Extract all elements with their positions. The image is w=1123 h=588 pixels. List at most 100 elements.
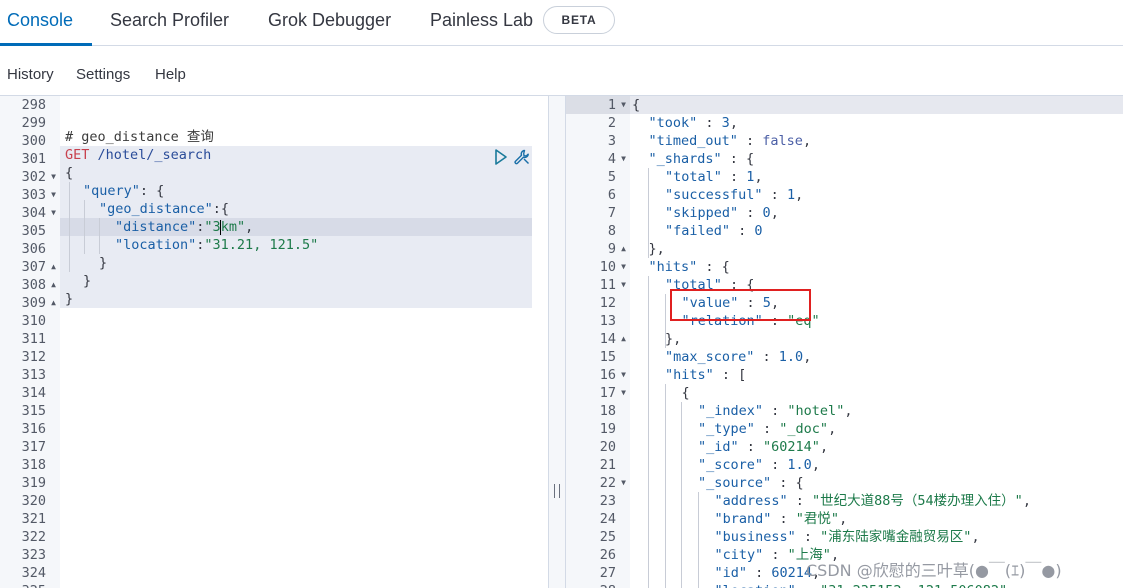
wrench-icon[interactable] bbox=[513, 148, 531, 166]
json-token: "_shards" bbox=[648, 151, 722, 167]
json-token: }, bbox=[665, 331, 682, 347]
fold-collapse-icon[interactable]: ▼ bbox=[621, 258, 626, 276]
fold-expand-icon[interactable]: ▲ bbox=[51, 276, 56, 294]
json-token: "_source" bbox=[698, 475, 772, 491]
json-token: : bbox=[787, 493, 813, 509]
line-number: 19 bbox=[566, 420, 630, 438]
json-token: "took" bbox=[648, 115, 698, 131]
fold-collapse-icon[interactable]: ▼ bbox=[621, 474, 626, 492]
line-number-text: 21 bbox=[599, 457, 616, 473]
json-token: : bbox=[747, 565, 772, 581]
json-token: : bbox=[730, 223, 755, 239]
http-method: GET bbox=[65, 147, 90, 163]
history-link[interactable]: History bbox=[7, 66, 54, 83]
line-number: 315 bbox=[0, 402, 60, 420]
fold-collapse-icon[interactable]: ▼ bbox=[621, 96, 626, 114]
code-line: "location":"31.21, 121.5" bbox=[115, 236, 318, 254]
line-number: 320 bbox=[0, 492, 60, 510]
indent-guide bbox=[664, 384, 666, 588]
fold-collapse-icon[interactable]: ▼ bbox=[51, 204, 56, 222]
response-line: "hits" : [ bbox=[665, 366, 746, 384]
help-link[interactable]: Help bbox=[155, 66, 186, 83]
line-number: 312 bbox=[0, 348, 60, 366]
json-token: 1.0 bbox=[778, 349, 804, 365]
response-line: "total" : 1, bbox=[665, 168, 763, 186]
line-number: 26 bbox=[566, 546, 630, 564]
line-number-text: 3 bbox=[607, 133, 616, 149]
fold-expand-icon[interactable]: ▲ bbox=[51, 294, 56, 312]
request-editor[interactable]: 298 299 300 301 302 ▼ 303 ▼ 304 ▼ 305 306 307 ▲ 308 ▲ 30… bbox=[0, 96, 548, 588]
response-line: { bbox=[682, 384, 690, 402]
fold-expand-icon[interactable]: ▲ bbox=[621, 330, 626, 348]
tab-grok-debugger[interactable]: Grok Debugger bbox=[268, 0, 391, 46]
pane-resizer[interactable] bbox=[548, 96, 566, 588]
code-line: "query": { bbox=[83, 182, 164, 200]
fold-collapse-icon[interactable]: ▼ bbox=[51, 168, 56, 186]
line-number-text: 23 bbox=[599, 493, 616, 509]
line-number-text: 320 bbox=[21, 493, 46, 509]
line-number-text: 311 bbox=[21, 331, 46, 347]
response-line: "brand" : "君悦", bbox=[715, 510, 848, 528]
json-token: : bbox=[771, 511, 796, 527]
line-number: 27 bbox=[566, 564, 630, 582]
line-number-text: 308 bbox=[21, 277, 46, 293]
json-token: }, bbox=[648, 241, 665, 257]
play-icon[interactable] bbox=[492, 148, 510, 166]
response-line: "business" : "浦东陆家嘴金融贸易区", bbox=[715, 528, 980, 546]
json-token: "世纪大道88号（54楼办理入住）" bbox=[812, 493, 1023, 509]
line-number-text: 314 bbox=[21, 385, 46, 401]
line-number: 14 ▲ bbox=[566, 330, 630, 348]
json-token: { bbox=[632, 97, 641, 113]
json-token: , bbox=[803, 349, 812, 365]
line-number: 21 bbox=[566, 456, 630, 474]
json-token: "_type" bbox=[698, 421, 755, 437]
line-number: 6 bbox=[566, 186, 630, 204]
settings-link[interactable]: Settings bbox=[76, 66, 130, 83]
fold-collapse-icon[interactable]: ▼ bbox=[51, 186, 56, 204]
brace: } bbox=[83, 273, 92, 289]
response-code-area[interactable]: {"took" : 3, "timed_out" : false, "_shards… bbox=[630, 96, 1123, 588]
line-number-text: 299 bbox=[21, 115, 46, 131]
line-number: 303 ▼ bbox=[0, 186, 60, 204]
line-number: 310 bbox=[0, 312, 60, 330]
response-editor[interactable]: 1 ▼ 2 3 4 ▼ 5 6 7 8 9 ▲ 10 ▼ 11 ▼ 12 13 14 ▲ 15 16 ▼ 17 ▼ 18 19 20 2… bbox=[566, 96, 1123, 588]
line-number: 24 bbox=[566, 510, 630, 528]
line-number-text: 19 bbox=[599, 421, 616, 437]
line-number-text: 1 bbox=[607, 97, 616, 113]
json-token: "_index" bbox=[698, 403, 764, 419]
line-number: 324 bbox=[0, 564, 60, 582]
line-number-text: 317 bbox=[21, 439, 46, 455]
json-token: , bbox=[828, 421, 837, 437]
json-token: "address" bbox=[714, 493, 788, 509]
fold-collapse-icon[interactable]: ▼ bbox=[621, 276, 626, 294]
json-token: "timed_out" bbox=[648, 133, 738, 149]
json-token: "hits" bbox=[648, 259, 698, 275]
response-gutter: 1 ▼ 2 3 4 ▼ 5 6 7 8 9 ▲ 10 ▼ 11 ▼ 12 13 14 ▲ 15 16 ▼ 17 ▼ 18 19 20 2… bbox=[566, 96, 630, 588]
code-line: } bbox=[83, 272, 91, 290]
fold-expand-icon[interactable]: ▲ bbox=[621, 240, 626, 258]
tab-search-profiler[interactable]: Search Profiler bbox=[110, 0, 229, 46]
json-punct: , bbox=[245, 219, 254, 235]
json-string: "3 bbox=[204, 219, 221, 235]
fold-collapse-icon[interactable]: ▼ bbox=[621, 150, 626, 168]
line-number-text: 10 bbox=[599, 259, 616, 275]
response-line: }, bbox=[665, 330, 681, 348]
line-number-text: 298 bbox=[21, 97, 46, 113]
json-token: : bbox=[737, 133, 763, 149]
tab-painless-lab[interactable]: Painless Lab bbox=[430, 0, 533, 46]
code-line: # geo_distance 查询 bbox=[65, 128, 214, 146]
resize-handle-icon[interactable] bbox=[554, 484, 560, 498]
fold-expand-icon[interactable]: ▲ bbox=[51, 258, 56, 276]
request-code-area[interactable]: # geo_distance 查询 GET /hotel/_search { "… bbox=[60, 96, 548, 588]
fold-collapse-icon[interactable]: ▼ bbox=[621, 366, 626, 384]
json-token: "hotel" bbox=[787, 403, 845, 419]
fold-collapse-icon[interactable]: ▼ bbox=[621, 384, 626, 402]
response-line: "_type" : "_doc", bbox=[698, 420, 836, 438]
line-number-text: 25 bbox=[599, 529, 616, 545]
tab-console[interactable]: Console bbox=[7, 0, 73, 46]
json-token: "max_score" bbox=[665, 349, 755, 365]
line-number-text: 12 bbox=[599, 295, 616, 311]
request-gutter: 298 299 300 301 302 ▼ 303 ▼ 304 ▼ 305 306 307 ▲ 308 ▲ 30… bbox=[0, 96, 60, 588]
annotation-highlight-box bbox=[670, 289, 811, 321]
line-number-text: 22 bbox=[599, 475, 616, 491]
